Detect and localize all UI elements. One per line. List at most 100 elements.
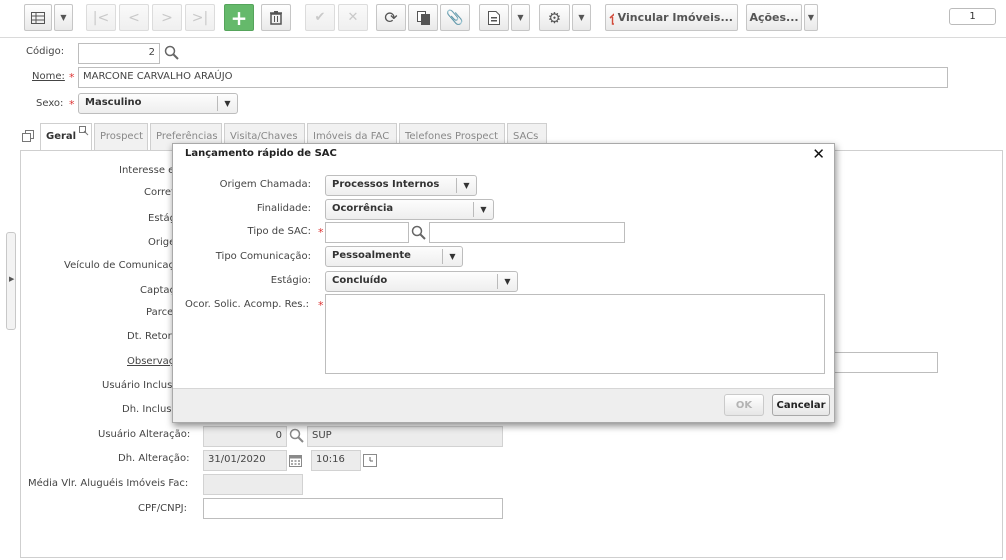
tab-restore-icon[interactable] [22, 130, 34, 145]
close-icon[interactable]: ✕ [812, 145, 825, 163]
observacao-label: Observaç [127, 356, 175, 367]
actions-label: Ações... [749, 11, 799, 24]
previous-record-button[interactable]: < [119, 4, 149, 31]
next-record-button[interactable]: > [152, 4, 182, 31]
required-icon: * [318, 299, 324, 312]
document-icon [488, 10, 500, 25]
grid-view-dropdown[interactable]: ▼ [54, 4, 73, 31]
ocorrencia-label: Ocor. Solic. Acomp. Res.: [185, 299, 310, 310]
origem-chamada-select[interactable]: Processos Internos ▼ [325, 175, 477, 196]
sac-quick-launch-dialog: Lançamento rápido de SAC ✕ Origem Chamad… [172, 143, 835, 423]
dt-retorno-label: Dt. Retor [127, 331, 172, 342]
document-dropdown[interactable]: ▼ [511, 4, 530, 31]
sexo-select[interactable]: Masculino ▼ [78, 93, 238, 114]
gear-icon: ⚙ [547, 8, 562, 27]
expand-icon [79, 126, 89, 136]
required-icon: * [69, 71, 75, 84]
add-button[interactable]: + [224, 4, 254, 31]
duplicate-button[interactable] [408, 4, 438, 31]
search-icon[interactable] [411, 225, 427, 241]
corretor-label: Corret [144, 187, 176, 198]
caret-down-icon: ▼ [497, 274, 517, 289]
required-icon: * [69, 98, 75, 111]
dh-alteracao-time: 10:16 [311, 450, 361, 471]
dh-alteracao-date: 31/01/2020 [203, 450, 287, 471]
finalidade-label: Finalidade: [256, 203, 311, 214]
clock-icon[interactable] [363, 454, 377, 467]
actions-dropdown[interactable]: ▼ [804, 4, 818, 31]
next-icon: > [161, 9, 173, 26]
side-panel-toggle[interactable]: ▶ [6, 232, 16, 330]
cancel-edit-button[interactable]: ✕ [338, 4, 368, 31]
plus-icon: + [230, 5, 248, 30]
media-vlr-label: Média Vlr. Aluguéis Imóveis Fac: [28, 478, 189, 489]
usuario-alteracao-label: Usuário Alteração: [98, 429, 191, 440]
last-icon: >| [191, 9, 209, 26]
tipo-comunicacao-select[interactable]: Pessoalmente ▼ [325, 246, 463, 267]
usuario-alteracao-name: SUP [307, 426, 503, 447]
first-record-button[interactable]: |< [86, 4, 116, 31]
previous-icon: < [128, 9, 140, 26]
last-record-button[interactable]: >| [185, 4, 215, 31]
tab-telefones-prospect-label: Telefones Prospect [405, 131, 499, 142]
sexo-value: Masculino [85, 97, 142, 108]
media-vlr-field [203, 474, 303, 495]
grid-icon [31, 11, 45, 24]
tab-prospect-label: Prospect [100, 131, 143, 142]
caret-down-icon: ▼ [517, 13, 524, 22]
estagio-value: Concluído [332, 275, 388, 286]
origem-chamada-label: Origem Chamada: [219, 179, 311, 190]
settings-button[interactable]: ⚙ [539, 4, 570, 31]
tipo-comunicacao-value: Pessoalmente [332, 250, 411, 261]
dialog-footer: OK Cancelar [173, 388, 834, 422]
codigo-field[interactable]: 2 [78, 43, 160, 64]
nome-field[interactable]: MARCONE CARVALHO ARAÚJO [78, 67, 948, 88]
settings-dropdown[interactable]: ▼ [572, 4, 591, 31]
observacao-field[interactable] [830, 352, 938, 373]
search-icon[interactable] [289, 428, 305, 444]
page-number-badge[interactable]: 1 [949, 8, 996, 25]
copy-icon [416, 10, 430, 25]
attach-button[interactable]: 📎 [440, 4, 470, 31]
caret-right-icon: ▶ [9, 275, 15, 283]
caret-down-icon: ▼ [456, 178, 476, 193]
origem-chamada-value: Processos Internos [332, 179, 440, 190]
link-properties-button[interactable]: Vincular Imóveis... [605, 4, 738, 31]
tab-preferencias-label: Preferências [156, 131, 218, 142]
finalidade-value: Ocorrência [332, 203, 394, 214]
document-button[interactable] [479, 4, 509, 31]
estagio-modal-label: Estágio: [270, 275, 311, 286]
interesse-label: Interesse e [119, 165, 175, 176]
codigo-label: Código: [26, 46, 65, 57]
usuario-alteracao-code: 0 [203, 426, 287, 447]
tab-geral[interactable]: Geral [40, 123, 92, 151]
tipo-sac-description-field[interactable] [429, 222, 625, 243]
link-properties-label: Vincular Imóveis... [617, 11, 733, 24]
cpf-cnpj-field[interactable] [203, 498, 503, 519]
tab-visita-chaves-label: Visita/Chaves [230, 131, 298, 142]
cancel-button[interactable]: Cancelar [772, 394, 830, 416]
calendar-icon[interactable] [289, 454, 302, 467]
ok-button[interactable]: OK [724, 394, 764, 416]
tab-prospect[interactable]: Prospect [94, 123, 148, 150]
parceiro-label: Parce [146, 307, 174, 318]
grid-view-button[interactable] [24, 4, 52, 31]
search-icon[interactable] [164, 45, 180, 61]
refresh-button[interactable]: ⟳ [376, 4, 406, 31]
estagio-select[interactable]: Concluído ▼ [325, 271, 518, 292]
nome-label: Nome: [32, 71, 65, 82]
confirm-button[interactable]: ✔ [305, 4, 335, 31]
first-icon: |< [92, 9, 110, 26]
ocorrencia-textarea[interactable] [325, 294, 825, 374]
tipo-sac-code-field[interactable] [325, 222, 409, 243]
caret-down-icon: ▼ [217, 96, 237, 111]
actions-button[interactable]: Ações... [746, 4, 802, 31]
finalidade-select[interactable]: Ocorrência ▼ [325, 199, 494, 220]
required-icon: * [318, 226, 324, 239]
dh-inclusao-label: Dh. Inclus [122, 404, 172, 415]
cpf-cnpj-label: CPF/CNPJ: [138, 503, 187, 514]
trash-icon [270, 10, 282, 25]
caret-down-icon: ▼ [442, 249, 462, 264]
tab-geral-label: Geral [46, 131, 77, 142]
delete-button[interactable] [261, 4, 291, 31]
